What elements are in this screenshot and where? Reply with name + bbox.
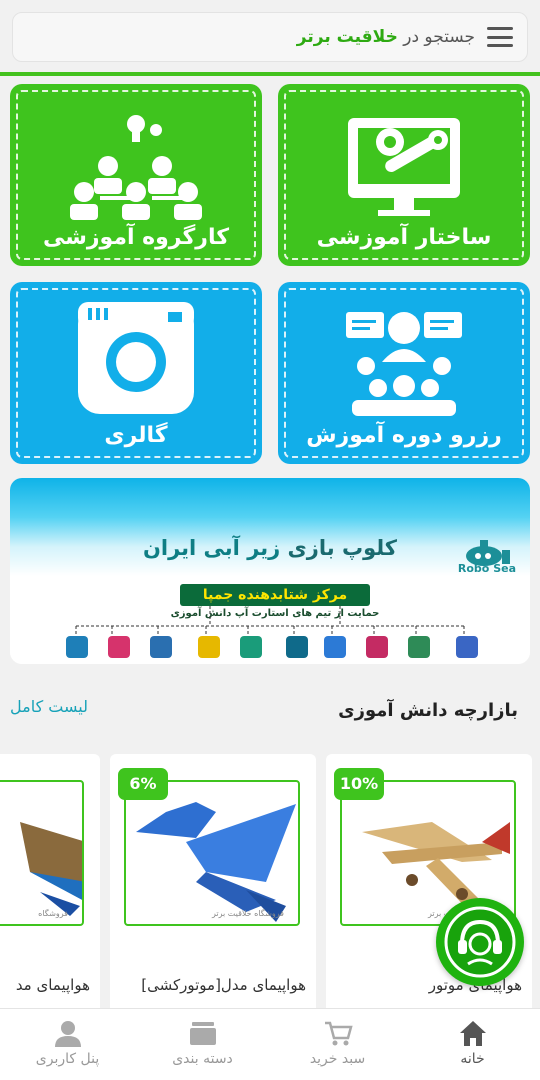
category-icon [189, 1022, 216, 1045]
app-root: جستجو در خلاقیت برتر ساختار آموزشی کارگر… [0, 0, 540, 1080]
user-icon [54, 1021, 81, 1047]
robosea-logo-text: Robo Sea [457, 562, 516, 575]
home-icon [459, 1021, 486, 1046]
product-title: هواپیمای مدل[موتورکشی] [141, 976, 306, 994]
nav-home[interactable]: خانه [405, 1009, 540, 1080]
discount-badge: 6% [118, 768, 168, 800]
search-placeholder: جستجو در خلاقیت برتر [297, 27, 475, 47]
banner-title: کلوپ بازی زیر آبی ایران [10, 536, 530, 560]
discount-badge: 10% [334, 768, 384, 800]
nav-category[interactable]: دسته بندی [135, 1009, 270, 1080]
bottom-navigation: خانه سبد خرید دسته بندی پنل کاربری [0, 1008, 540, 1080]
product-title: هواپیمای مد [15, 976, 90, 994]
tile-education-workgroup[interactable]: کارگروه آموزشی [10, 84, 262, 266]
product-image: فروشگاه خلاقیت برتر [124, 780, 300, 926]
accelerator-diagram [66, 606, 478, 658]
tile-gallery[interactable]: گالری [10, 282, 262, 464]
banner-water-background [10, 478, 530, 576]
banner-accelerator: مرکز شتابدهنده جمپا حمایت از تیم های است… [10, 576, 530, 664]
tile-education-structure[interactable]: ساختار آموزشی [278, 84, 530, 266]
nav-label: دسته بندی [172, 1051, 233, 1067]
search-prefix: جستجو در [403, 27, 475, 47]
cart-icon [324, 1021, 353, 1046]
product-image: فروشگاه [0, 780, 84, 926]
nav-label: سبد خرید [309, 1051, 366, 1067]
product-card[interactable]: 6% فروشگاه خلاقیت برتر هواپیمای مدل[موتو… [110, 754, 316, 1014]
tile-label: ساختار آموزشی [316, 225, 492, 250]
header-divider [0, 72, 540, 76]
search-bar[interactable]: جستجو در خلاقیت برتر [12, 12, 528, 62]
shop-watermark: فروشگاه [38, 909, 68, 918]
glider-plane-image [20, 822, 82, 916]
support-chat-button[interactable] [436, 898, 524, 986]
blue-plane-image [136, 802, 296, 922]
banner-title-sub: زیر آبی ایران [142, 536, 281, 560]
see-all-link[interactable]: لیست کامل [10, 697, 88, 716]
section-title: بازارچه دانش آموزی [338, 700, 518, 721]
search-brand: خلاقیت برتر [296, 27, 398, 47]
nav-user-panel[interactable]: پنل کاربری [0, 1009, 135, 1080]
product-card[interactable]: فروشگاه هواپیمای مد [0, 754, 100, 1014]
tile-label: کارگروه آموزشی [42, 225, 230, 250]
tile-course-reservation[interactable]: رزرو دوره آموزش [278, 282, 530, 464]
nav-label: پنل کاربری [35, 1051, 100, 1067]
hamburger-menu-icon[interactable] [487, 27, 513, 47]
shop-watermark: فروشگاه خلاقیت برتر [211, 909, 284, 918]
tile-label: رزرو دوره آموزش [306, 423, 502, 448]
banner-title-main: کلوپ بازی [287, 536, 398, 560]
tile-label: گالری [104, 423, 168, 448]
headset-support-icon [444, 906, 516, 978]
nav-label: خانه [460, 1051, 485, 1067]
promo-banner[interactable]: کلوپ بازی زیر آبی ایران Robo Sea مرکز شت… [10, 478, 530, 664]
nav-cart[interactable]: سبد خرید [270, 1009, 405, 1080]
